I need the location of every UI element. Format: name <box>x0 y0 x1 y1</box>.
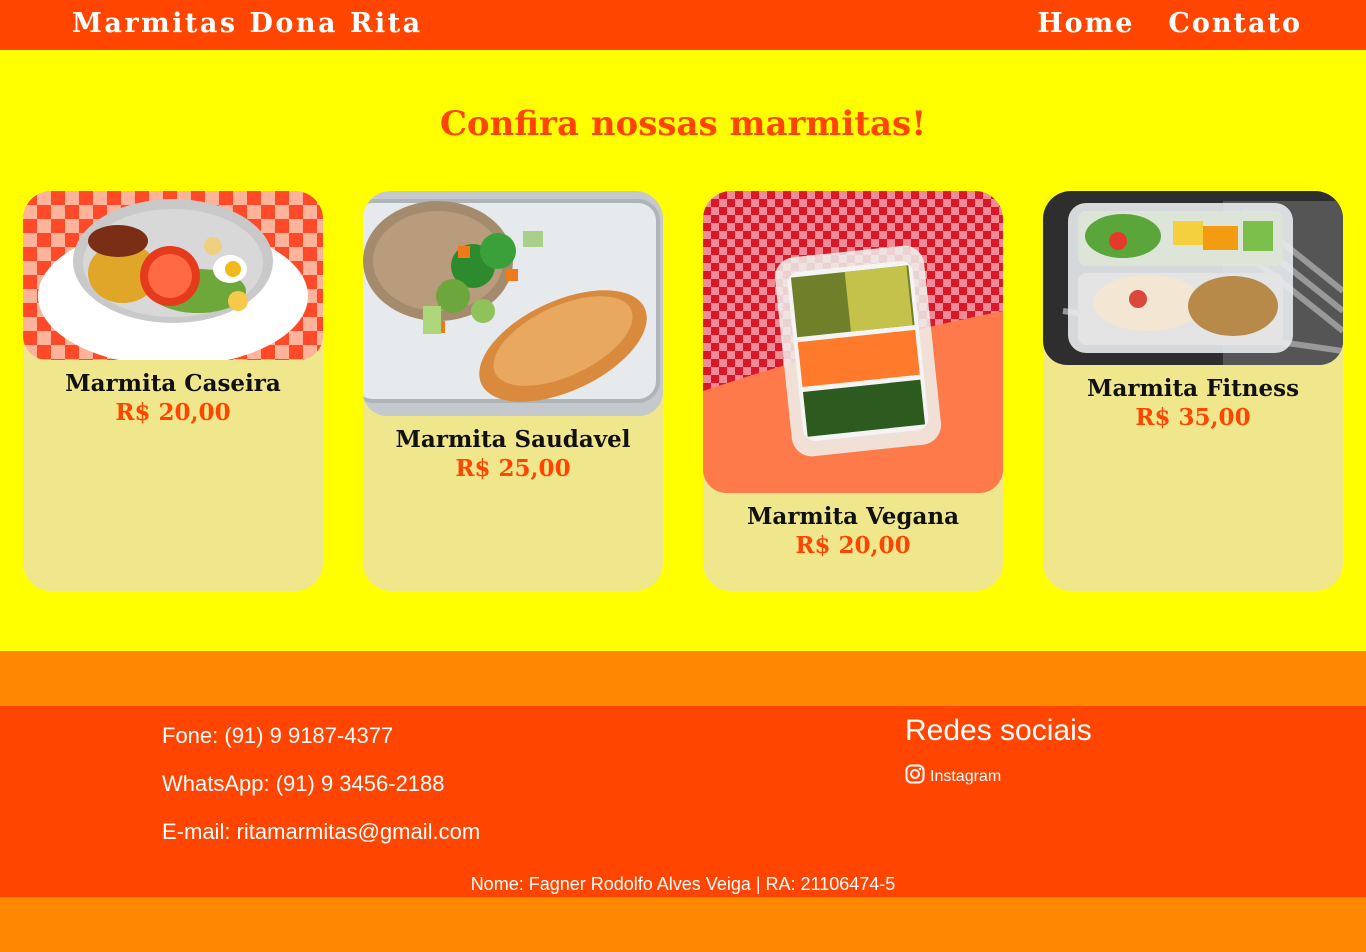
product-name: Marmita Caseira <box>65 370 281 397</box>
main-nav: Home Contato <box>1037 8 1302 39</box>
separator-band <box>0 651 1366 706</box>
vegan-salad-box-image <box>703 191 1003 493</box>
rice-and-beans-dish-image <box>23 191 323 360</box>
instagram-link[interactable]: Instagram <box>905 764 1092 789</box>
bottom-band <box>0 897 1366 952</box>
footer: Fone: (91) 9 9187-4377 WhatsApp: (91) 9 … <box>0 706 1366 897</box>
product-card-vegana[interactable]: Marmita Vegana R$ 20,00 <box>703 191 1003 591</box>
credit-text: Nome: Fagner Rodolfo Alves Veiga | RA: 2… <box>470 874 896 894</box>
product-card-fitness[interactable]: Marmita Fitness R$ 35,00 <box>1043 191 1343 591</box>
chicken-fit-box-image <box>1043 191 1343 365</box>
email-text: E-mail: ritamarmitas@gmail.com <box>162 819 481 844</box>
social-section: Redes sociais Instagram <box>905 714 1092 789</box>
social-title: Redes sociais <box>905 714 1092 747</box>
product-price: R$ 20,00 <box>795 532 911 559</box>
whatsapp-text: WhatsApp: (91) 9 3456-2188 <box>162 771 445 796</box>
top-navbar: Marmitas Dona Rita Home Contato <box>0 0 1366 50</box>
phone-text: Fone: (91) 9 9187-4377 <box>162 723 394 748</box>
instagram-label: Instagram <box>930 767 1002 785</box>
section-heading: Confira nossas marmitas! <box>439 104 927 144</box>
product-name: Marmita Saudavel <box>395 426 631 453</box>
grilled-fish-veggies-image <box>363 191 663 416</box>
product-price: R$ 20,00 <box>115 399 231 426</box>
product-name: Marmita Vegana <box>746 503 960 530</box>
menu-section: Confira nossas marmitas! Marmita Caseira… <box>0 50 1366 651</box>
product-price: R$ 25,00 <box>455 455 571 482</box>
contact-info: Fone: (91) 9 9187-4377 WhatsApp: (91) 9 … <box>162 724 480 868</box>
nav-contato-link[interactable]: Contato <box>1168 8 1302 39</box>
product-price: R$ 35,00 <box>1135 404 1251 431</box>
nav-home-link[interactable]: Home <box>1037 8 1134 39</box>
brand-title: Marmitas Dona Rita <box>72 8 423 39</box>
product-name: Marmita Fitness <box>1086 375 1300 402</box>
product-card-saudavel[interactable]: Marmita Saudavel R$ 25,00 <box>363 191 663 591</box>
product-card-caseira[interactable]: Marmita Caseira R$ 20,00 <box>23 191 323 591</box>
instagram-icon <box>905 764 925 789</box>
